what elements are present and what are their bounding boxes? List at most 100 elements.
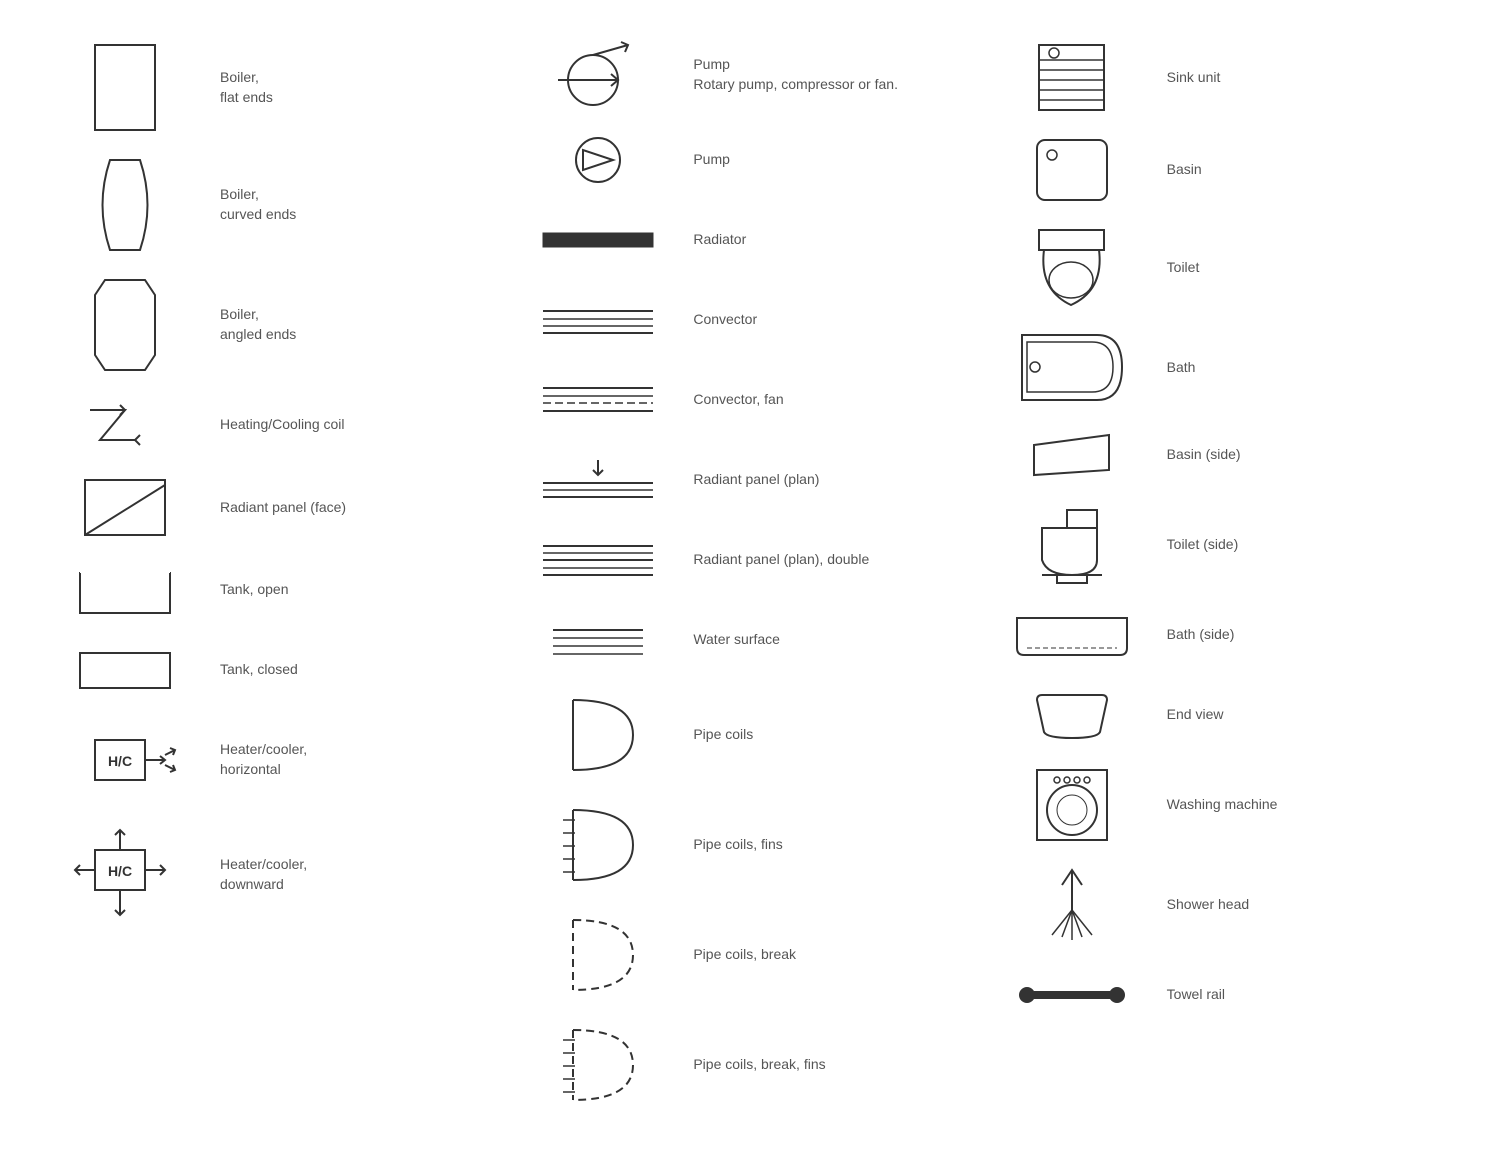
convector-fan-label: Convector, fan bbox=[678, 390, 981, 410]
convector-row: Convector bbox=[513, 280, 986, 360]
pipe-coils-break-fins-symbol bbox=[518, 1020, 678, 1110]
boiler-flat-symbol bbox=[45, 40, 205, 135]
radiant-panel-plan-symbol bbox=[518, 455, 678, 505]
boiler-curved-label: Boiler,curved ends bbox=[205, 185, 508, 224]
main-grid: Boiler,flat ends Boiler,curved ends Boil… bbox=[40, 30, 1460, 1120]
radiant-panel-plan-double-row: Radiant panel (plan), double bbox=[513, 520, 986, 600]
pipe-coils-break-row: Pipe coils, break bbox=[513, 900, 986, 1010]
column-1: Boiler,flat ends Boiler,curved ends Boil… bbox=[40, 30, 513, 1120]
convector-symbol bbox=[518, 303, 678, 338]
heating-cooling-coil-label: Heating/Cooling coil bbox=[205, 415, 508, 435]
water-surface-label: Water surface bbox=[678, 630, 981, 650]
boiler-curved-symbol bbox=[45, 155, 205, 255]
tank-closed-symbol bbox=[45, 648, 205, 693]
radiator-symbol bbox=[518, 225, 678, 255]
radiator-row: Radiator bbox=[513, 200, 986, 280]
heater-cooler-down-label: Heater/cooler,downward bbox=[205, 855, 508, 894]
bath-label: Bath bbox=[1152, 358, 1455, 378]
towel-rail-row: Towel rail bbox=[987, 955, 1460, 1035]
washing-machine-label: Washing machine bbox=[1152, 795, 1455, 815]
shower-head-symbol bbox=[992, 865, 1152, 945]
boiler-angled-label: Boiler,angled ends bbox=[205, 305, 508, 344]
towel-rail-label: Towel rail bbox=[1152, 985, 1455, 1005]
basin-side-row: Basin (side) bbox=[987, 415, 1460, 495]
pipe-coils-symbol bbox=[518, 690, 678, 780]
bath-symbol bbox=[992, 330, 1152, 405]
basin-side-label: Basin (side) bbox=[1152, 445, 1455, 465]
bath-side-row: Bath (side) bbox=[987, 595, 1460, 675]
sink-unit-row: Sink unit bbox=[987, 30, 1460, 125]
boiler-angled-symbol bbox=[45, 275, 205, 375]
pipe-coils-fins-row: Pipe coils, fins bbox=[513, 790, 986, 900]
toilet-side-label: Toilet (side) bbox=[1152, 535, 1455, 555]
pipe-coils-label: Pipe coils bbox=[678, 725, 981, 745]
pump-rotary-row: PumpRotary pump, compressor or fan. bbox=[513, 30, 986, 120]
boiler-flat-row: Boiler,flat ends bbox=[40, 30, 513, 145]
tank-closed-label: Tank, closed bbox=[205, 660, 508, 680]
toilet-symbol bbox=[992, 225, 1152, 310]
washing-machine-symbol bbox=[992, 765, 1152, 845]
pipe-coils-break-label: Pipe coils, break bbox=[678, 945, 981, 965]
basin-side-symbol bbox=[992, 430, 1152, 480]
pipe-coils-fins-label: Pipe coils, fins bbox=[678, 835, 981, 855]
pump-rotary-label: PumpRotary pump, compressor or fan. bbox=[678, 55, 981, 94]
toilet-side-row: Toilet (side) bbox=[987, 495, 1460, 595]
heating-cooling-coil-row: Heating/Cooling coil bbox=[40, 385, 513, 465]
towel-rail-symbol bbox=[992, 980, 1152, 1010]
heater-cooler-down-row: H/C Heater/cooler,downward bbox=[40, 810, 513, 940]
end-view-label: End view bbox=[1152, 705, 1455, 725]
heater-cooler-horiz-symbol: H/C bbox=[45, 720, 205, 800]
heating-cooling-coil-symbol bbox=[45, 400, 205, 450]
basin-label: Basin bbox=[1152, 160, 1455, 180]
heater-cooler-down-symbol: H/C bbox=[45, 820, 205, 930]
basin-row: Basin bbox=[987, 125, 1460, 215]
svg-text:H/C: H/C bbox=[108, 753, 132, 769]
tank-open-row: Tank, open bbox=[40, 550, 513, 630]
washing-machine-row: Washing machine bbox=[987, 755, 1460, 855]
pump-row: Pump bbox=[513, 120, 986, 200]
tank-open-label: Tank, open bbox=[205, 580, 508, 600]
radiant-panel-plan-row: Radiant panel (plan) bbox=[513, 440, 986, 520]
pipe-coils-break-fins-row: Pipe coils, break, fins bbox=[513, 1010, 986, 1120]
radiant-panel-face-label: Radiant panel (face) bbox=[205, 498, 508, 518]
radiant-panel-face-row: Radiant panel (face) bbox=[40, 465, 513, 550]
heater-cooler-horiz-row: H/C Heater/cooler,horizontal bbox=[40, 710, 513, 810]
pipe-coils-break-fins-label: Pipe coils, break, fins bbox=[678, 1055, 981, 1075]
heater-cooler-horiz-label: Heater/cooler,horizontal bbox=[205, 740, 508, 779]
radiator-label: Radiator bbox=[678, 230, 981, 250]
water-surface-row: Water surface bbox=[513, 600, 986, 680]
radiant-panel-face-symbol bbox=[45, 475, 205, 540]
boiler-curved-row: Boiler,curved ends bbox=[40, 145, 513, 265]
bath-side-label: Bath (side) bbox=[1152, 625, 1455, 645]
bath-side-symbol bbox=[992, 613, 1152, 658]
convector-fan-symbol bbox=[518, 383, 678, 418]
shower-head-label: Shower head bbox=[1152, 895, 1455, 915]
boiler-flat-label: Boiler,flat ends bbox=[205, 68, 508, 107]
bath-row: Bath bbox=[987, 320, 1460, 415]
boiler-angled-row: Boiler,angled ends bbox=[40, 265, 513, 385]
end-view-symbol bbox=[992, 690, 1152, 740]
convector-label: Convector bbox=[678, 310, 981, 330]
radiant-panel-plan-double-label: Radiant panel (plan), double bbox=[678, 550, 981, 570]
sink-unit-label: Sink unit bbox=[1152, 68, 1455, 88]
tank-closed-row: Tank, closed bbox=[40, 630, 513, 710]
toilet-side-symbol bbox=[992, 505, 1152, 585]
pump-label: Pump bbox=[678, 150, 981, 170]
radiant-panel-plan-double-symbol bbox=[518, 538, 678, 583]
shower-head-row: Shower head bbox=[987, 855, 1460, 955]
radiant-panel-plan-label: Radiant panel (plan) bbox=[678, 470, 981, 490]
pipe-coils-row: Pipe coils bbox=[513, 680, 986, 790]
pump-symbol bbox=[518, 130, 678, 190]
svg-text:H/C: H/C bbox=[108, 863, 132, 879]
toilet-row: Toilet bbox=[987, 215, 1460, 320]
sink-unit-symbol bbox=[992, 40, 1152, 115]
pump-rotary-symbol bbox=[518, 40, 678, 110]
pipe-coils-break-symbol bbox=[518, 910, 678, 1000]
convector-fan-row: Convector, fan bbox=[513, 360, 986, 440]
pipe-coils-fins-symbol bbox=[518, 800, 678, 890]
end-view-row: End view bbox=[987, 675, 1460, 755]
water-surface-symbol bbox=[518, 620, 678, 660]
column-3: Sink unit Basin bbox=[987, 30, 1460, 1120]
basin-symbol bbox=[992, 135, 1152, 205]
tank-open-symbol bbox=[45, 563, 205, 618]
